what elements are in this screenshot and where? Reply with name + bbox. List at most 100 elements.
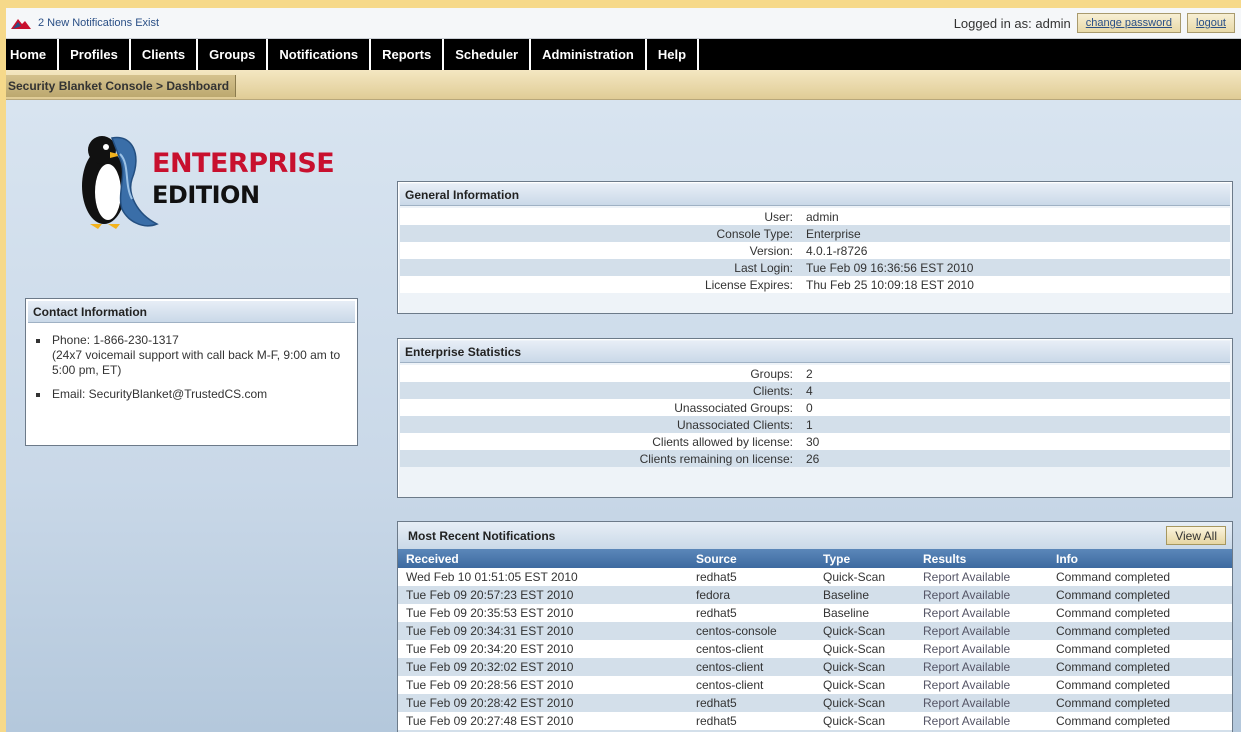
- table-row[interactable]: Tue Feb 09 20:34:20 EST 2010 centos-clien…: [398, 640, 1232, 658]
- notifications-table: Received Source Type Results Info Wed Fe…: [398, 549, 1232, 732]
- contact-phone: Phone: 1-866-230-1317: [52, 333, 179, 347]
- type-cell: Quick-Scan: [815, 568, 915, 586]
- kv-value: 4.0.1-r8726: [806, 243, 868, 258]
- kv-row: Console Type: Enterprise: [400, 225, 1230, 242]
- enterprise-stats-title: Enterprise Statistics: [400, 341, 1230, 363]
- table-row[interactable]: Tue Feb 09 20:28:42 EST 2010 redhat5 Quick…: [398, 694, 1232, 712]
- nav-home[interactable]: Home: [6, 39, 60, 70]
- received-cell: Tue Feb 09 20:35:53 EST 2010: [398, 604, 688, 622]
- kv-row: Groups: 2: [400, 365, 1230, 382]
- received-cell: Tue Feb 09 20:27:48 EST 2010: [398, 712, 688, 730]
- recent-notifications-header: Most Recent Notifications View All: [398, 522, 1232, 549]
- nav-scheduler[interactable]: Scheduler: [444, 39, 532, 70]
- change-password-button[interactable]: change password: [1076, 13, 1182, 33]
- results-cell[interactable]: Report Available: [915, 658, 1048, 676]
- contact-email[interactable]: Email: SecurityBlanket@TrustedCS.com: [52, 387, 267, 402]
- col-info[interactable]: Info: [1048, 549, 1232, 568]
- kv-row: License Expires: Thu Feb 25 10:09:18 EST …: [400, 276, 1230, 293]
- nav-administration[interactable]: Administration: [531, 39, 647, 70]
- info-cell: Command completed: [1048, 622, 1232, 640]
- nav-notifications[interactable]: Notifications: [268, 39, 372, 70]
- results-cell[interactable]: Report Available: [915, 676, 1048, 694]
- breadcrumb: Security Blanket Console > Dashboard: [6, 75, 237, 97]
- table-row[interactable]: Tue Feb 09 20:28:56 EST 2010 centos-clien…: [398, 676, 1232, 694]
- results-cell[interactable]: Report Available: [915, 568, 1048, 586]
- kv-row: Unassociated Clients: 1: [400, 416, 1230, 433]
- col-type[interactable]: Type: [815, 549, 915, 568]
- enterprise-stats-panel: Enterprise Statistics Groups: 2 Clients: 4…: [397, 338, 1233, 498]
- results-cell[interactable]: Report Available: [915, 712, 1048, 730]
- info-cell: Command completed: [1048, 640, 1232, 658]
- source-cell: centos-client: [688, 676, 815, 694]
- results-cell[interactable]: Report Available: [915, 586, 1048, 604]
- received-cell: Tue Feb 09 20:34:31 EST 2010: [398, 622, 688, 640]
- received-cell: Tue Feb 09 20:28:56 EST 2010: [398, 676, 688, 694]
- view-all-button[interactable]: View All: [1166, 526, 1226, 545]
- info-cell: Command completed: [1048, 658, 1232, 676]
- main-nav: Home Profiles Clients Groups Notificatio…: [6, 39, 1241, 70]
- received-cell: Wed Feb 10 01:51:05 EST 2010: [398, 568, 688, 586]
- dashboard-content: ENTERPRISE EDITION Contact Information P…: [6, 100, 1241, 732]
- notification-text[interactable]: 2 New Notifications Exist: [38, 17, 159, 29]
- nav-groups[interactable]: Groups: [198, 39, 269, 70]
- kv-row: Clients: 4: [400, 382, 1230, 399]
- kv-value: 4: [806, 383, 813, 398]
- source-cell: centos-client: [688, 640, 815, 658]
- kv-label: Last Login:: [734, 260, 793, 275]
- table-header-row: Received Source Type Results Info: [398, 549, 1232, 568]
- nav-profiles[interactable]: Profiles: [59, 39, 131, 70]
- source-cell: fedora: [688, 586, 815, 604]
- general-info-title: General Information: [400, 184, 1230, 206]
- enterprise-logo: ENTERPRISE EDITION: [72, 124, 335, 234]
- table-row[interactable]: Tue Feb 09 20:32:02 EST 2010 centos-clien…: [398, 658, 1232, 676]
- type-cell: Baseline: [815, 586, 915, 604]
- contact-list: Phone: 1-866-230-1317 (24x7 voicemail su…: [26, 325, 357, 402]
- nav-help[interactable]: Help: [647, 39, 700, 70]
- results-cell[interactable]: Report Available: [915, 640, 1048, 658]
- source-cell: redhat5: [688, 604, 815, 622]
- kv-label: Console Type:: [716, 226, 794, 241]
- received-cell: Tue Feb 09 20:57:23 EST 2010: [398, 586, 688, 604]
- breadcrumb-bar: Security Blanket Console > Dashboard: [6, 70, 1241, 100]
- alert-flag-icon: [11, 19, 31, 29]
- logo-line1: ENTERPRISE: [152, 148, 335, 179]
- col-received[interactable]: Received: [398, 549, 688, 568]
- table-row[interactable]: Tue Feb 09 20:57:23 EST 2010 fedora Baseli…: [398, 586, 1232, 604]
- table-row[interactable]: Tue Feb 09 20:34:31 EST 2010 centos-conso…: [398, 622, 1232, 640]
- kv-value: 26: [806, 451, 820, 466]
- contact-title: Contact Information: [28, 301, 355, 323]
- kv-row: Unassociated Groups: 0: [400, 399, 1230, 416]
- kv-label: Version:: [749, 243, 793, 258]
- contact-panel: Contact Information Phone: 1-866-230-131…: [25, 298, 358, 446]
- results-cell[interactable]: Report Available: [915, 694, 1048, 712]
- nav-reports[interactable]: Reports: [371, 39, 445, 70]
- type-cell: Quick-Scan: [815, 640, 915, 658]
- kv-value: 1: [806, 417, 813, 432]
- notification-alert[interactable]: 2 New Notifications Exist: [10, 16, 159, 30]
- results-cell[interactable]: Report Available: [915, 622, 1048, 640]
- logout-button[interactable]: logout: [1187, 13, 1235, 33]
- contact-phone-note: (24x7 voicemail support with call back M…: [52, 348, 341, 377]
- table-row[interactable]: Wed Feb 10 01:51:05 EST 2010 redhat5 Quick…: [398, 568, 1232, 586]
- info-cell: Command completed: [1048, 694, 1232, 712]
- info-cell: Command completed: [1048, 586, 1232, 604]
- kv-label: Unassociated Groups:: [674, 400, 793, 415]
- general-info-rows: User: admin Console Type: Enterprise Versi…: [400, 208, 1230, 293]
- results-cell[interactable]: Report Available: [915, 604, 1048, 622]
- kv-label: Clients remaining on license:: [639, 451, 793, 466]
- source-cell: redhat5: [688, 568, 815, 586]
- enterprise-stats-rows: Groups: 2 Clients: 4 Unassociated Groups: 0…: [400, 365, 1230, 467]
- col-source[interactable]: Source: [688, 549, 815, 568]
- source-cell: redhat5: [688, 712, 815, 730]
- info-cell: Command completed: [1048, 568, 1232, 586]
- kv-label: License Expires:: [704, 277, 793, 292]
- kv-label: Groups:: [750, 366, 793, 381]
- penguin-logo-icon: [82, 136, 159, 229]
- table-row[interactable]: Tue Feb 09 20:27:48 EST 2010 redhat5 Quick…: [398, 712, 1232, 730]
- nav-clients[interactable]: Clients: [131, 39, 199, 70]
- type-cell: Quick-Scan: [815, 622, 915, 640]
- col-results[interactable]: Results: [915, 549, 1048, 568]
- table-row[interactable]: Tue Feb 09 20:35:53 EST 2010 redhat5 Basel…: [398, 604, 1232, 622]
- kv-value: 30: [806, 434, 820, 449]
- bullet-icon: [36, 393, 40, 397]
